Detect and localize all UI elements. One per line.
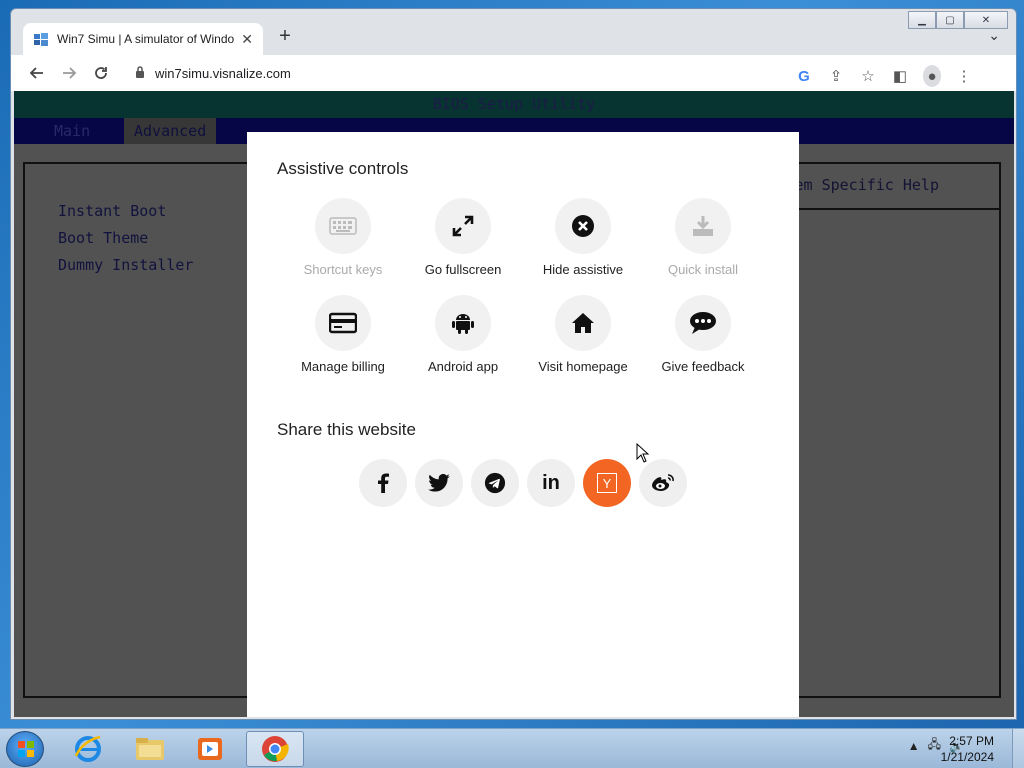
visit-homepage-label: Visit homepage xyxy=(538,359,628,374)
telegram-icon[interactable] xyxy=(471,459,519,507)
give-feedback-label: Give feedback xyxy=(661,359,745,374)
minimize-button[interactable]: ▁ xyxy=(908,11,936,29)
go-fullscreen-button[interactable]: Go fullscreen xyxy=(403,198,523,277)
android-icon xyxy=(435,295,491,351)
new-tab-button[interactable]: + xyxy=(273,25,297,48)
close-tab-icon[interactable]: ✕ xyxy=(241,31,253,48)
reload-icon[interactable] xyxy=(87,59,115,87)
start-button[interactable] xyxy=(6,731,44,767)
tab-title: Win7 Simu | A simulator of Windo xyxy=(57,32,235,46)
lock-icon[interactable] xyxy=(135,65,145,81)
quick-install-label: Quick install xyxy=(667,262,739,277)
weibo-icon[interactable] xyxy=(639,459,687,507)
credit-card-icon xyxy=(315,295,371,351)
android-app-label: Android app xyxy=(427,359,499,374)
hide-assistive-label: Hide assistive xyxy=(542,262,624,277)
hide-assistive-button[interactable]: Hide assistive xyxy=(523,198,643,277)
file-explorer-icon[interactable] xyxy=(124,731,176,767)
close-circle-icon xyxy=(555,198,611,254)
android-app-button[interactable]: Android app xyxy=(403,295,523,374)
media-player-icon[interactable] xyxy=(184,731,236,767)
fullscreen-icon xyxy=(435,198,491,254)
share-website-heading: Share this website xyxy=(277,420,416,439)
home-icon xyxy=(555,295,611,351)
share-page-icon[interactable]: ⇪ xyxy=(827,67,845,85)
ycombinator-glyph: Y xyxy=(597,473,617,493)
browser-window: Win7 Simu | A simulator of Windo ✕ + ⌄ ▁… xyxy=(10,8,1017,720)
url-text: win7simu.visnalize.com xyxy=(155,65,291,81)
manage-billing-button[interactable]: Manage billing xyxy=(283,295,403,374)
show-hidden-icons-icon[interactable]: ▲ xyxy=(908,739,920,753)
assistive-controls-heading: Assistive controls xyxy=(277,159,409,178)
maximize-button[interactable]: ▢ xyxy=(936,11,964,29)
side-panel-icon[interactable]: ◧ xyxy=(891,67,909,85)
address-bar[interactable]: win7simu.visnalize.com G ⇪ ☆ ◧ ● ⋮ xyxy=(123,59,993,87)
share-buttons-row: in Y xyxy=(359,459,687,507)
tab-win7simu[interactable]: Win7 Simu | A simulator of Windo ✕ xyxy=(23,23,263,55)
mouse-cursor-icon xyxy=(636,443,650,463)
show-desktop-button[interactable] xyxy=(1012,729,1024,768)
win7simu-favicon-icon xyxy=(34,33,48,46)
quick-install-button[interactable]: Quick install xyxy=(643,198,763,277)
page-content: BIOS Setup Utility Main Advanced Instant… xyxy=(14,91,1014,717)
manage-billing-label: Manage billing xyxy=(301,359,385,374)
tab-bar: Win7 Simu | A simulator of Windo ✕ + ⌄ xyxy=(11,9,1016,55)
give-feedback-button[interactable]: Give feedback xyxy=(643,295,763,374)
clock-time: 2:57 PM xyxy=(949,734,994,748)
ycombinator-icon[interactable]: Y xyxy=(583,459,631,507)
shortcut-keys-button[interactable]: Shortcut keys xyxy=(283,198,403,277)
back-arrow-icon[interactable] xyxy=(23,59,51,87)
close-window-button[interactable]: ✕ xyxy=(964,11,1008,29)
assistive-controls-grid: Shortcut keys Go fullscreen Hide assisti… xyxy=(283,198,763,374)
chrome-taskbar-icon[interactable] xyxy=(246,731,304,767)
profile-avatar-icon[interactable]: ● xyxy=(923,65,941,87)
window-controls: ▁ ▢ ✕ xyxy=(908,11,1008,29)
linkedin-icon[interactable]: in xyxy=(527,459,575,507)
windows-logo-icon xyxy=(18,741,34,757)
menu-kebab-icon[interactable]: ⋮ xyxy=(955,67,973,85)
go-fullscreen-label: Go fullscreen xyxy=(424,262,502,277)
download-icon xyxy=(675,198,731,254)
tab-search-dropdown-icon[interactable]: ⌄ xyxy=(988,27,1000,44)
forward-arrow-icon[interactable] xyxy=(55,59,83,87)
internet-explorer-icon[interactable] xyxy=(62,731,114,767)
network-icon[interactable]: 🖧 xyxy=(928,735,941,756)
google-icon[interactable]: G xyxy=(795,68,813,85)
bookmark-star-icon[interactable]: ☆ xyxy=(859,67,877,85)
chat-bubble-icon xyxy=(675,295,731,351)
assistive-modal: Assistive controls Shortcut keys Go full… xyxy=(247,132,799,717)
visit-homepage-button[interactable]: Visit homepage xyxy=(523,295,643,374)
shortcut-keys-label: Shortcut keys xyxy=(303,262,383,277)
clock-date: 1/21/2024 xyxy=(940,750,994,764)
browser-toolbar: win7simu.visnalize.com G ⇪ ☆ ◧ ● ⋮ xyxy=(11,55,1016,91)
taskbar: ▲ 🖧 🔈 2:57 PM 1/21/2024 xyxy=(0,728,1024,768)
clock[interactable]: 2:57 PM 1/21/2024 xyxy=(941,733,994,765)
facebook-icon[interactable] xyxy=(359,459,407,507)
keyboard-icon xyxy=(315,198,371,254)
twitter-icon[interactable] xyxy=(415,459,463,507)
